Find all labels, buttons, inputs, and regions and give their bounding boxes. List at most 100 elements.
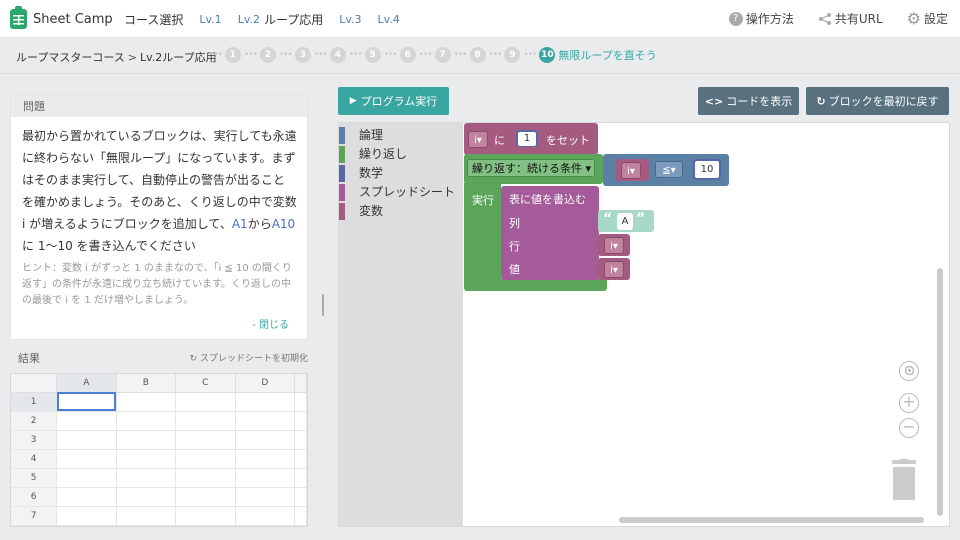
toolbox-spreadsheet[interactable]: スプレッドシート xyxy=(339,183,463,202)
sheet-cell[interactable] xyxy=(56,411,117,431)
sheet-cell[interactable] xyxy=(116,411,177,431)
nav-lv2[interactable]: Lv.2 xyxy=(238,13,260,26)
sheet-cell[interactable] xyxy=(175,506,236,526)
reset-blocks-button[interactable]: ↻ ブロックを最初に戻す xyxy=(806,87,949,115)
repeat-mode-dropdown[interactable]: 繰り返す：続ける条件 ▾ xyxy=(467,159,595,177)
step-10-current[interactable]: 10 xyxy=(539,47,556,63)
compare-block[interactable]: i▾ ≦▾ 10 xyxy=(603,154,729,186)
row-var-dropdown[interactable]: i▾ xyxy=(604,237,624,254)
row-var-block[interactable]: i▾ xyxy=(598,234,630,256)
text-value-field[interactable]: A xyxy=(617,213,633,230)
compare-right-number[interactable]: 10 xyxy=(693,159,721,180)
sheet-cell[interactable] xyxy=(56,430,117,450)
row-header[interactable]: 2 xyxy=(11,411,58,431)
sheet-cell[interactable] xyxy=(116,449,177,469)
zoom-out-button[interactable]: − xyxy=(899,418,919,438)
nav-course-select[interactable]: コース選択 xyxy=(124,11,183,28)
sheet-cell[interactable] xyxy=(175,468,236,488)
sheet-cell[interactable] xyxy=(116,487,177,507)
compare-value-field[interactable]: 10 xyxy=(695,161,719,178)
step-1[interactable]: 1 xyxy=(224,47,241,63)
sheet-cell[interactable] xyxy=(56,506,117,526)
row-header[interactable]: 3 xyxy=(11,430,58,450)
step-4[interactable]: 4 xyxy=(329,47,346,63)
horizontal-scrollbar[interactable] xyxy=(619,517,924,523)
sheet-cell[interactable] xyxy=(235,392,296,412)
reset-sheet-button[interactable]: ↻ スプレッドシートを初期化 xyxy=(190,351,308,364)
panel-resize-handle[interactable] xyxy=(322,294,324,316)
set-variable-block[interactable]: i▾ に 1 をセット xyxy=(464,123,598,155)
sheet-cell[interactable] xyxy=(175,449,236,469)
sheet-cell[interactable] xyxy=(235,430,296,450)
nav-lv1[interactable]: Lv.1 xyxy=(199,13,221,26)
sheet-cell[interactable] xyxy=(235,487,296,507)
sheet-cell[interactable] xyxy=(294,411,307,431)
step-3[interactable]: 3 xyxy=(294,47,311,63)
sheet-cell[interactable] xyxy=(116,430,177,450)
compare-op-dropdown[interactable]: ≦▾ xyxy=(655,161,683,178)
sheet-cell[interactable] xyxy=(116,506,177,526)
vertical-scrollbar[interactable] xyxy=(937,268,943,516)
repeat-while-block[interactable]: 繰り返す：続ける条件 ▾ xyxy=(464,154,603,184)
step-5[interactable]: 5 xyxy=(364,47,381,63)
sheet-cell[interactable] xyxy=(294,449,307,469)
sheet-cell[interactable] xyxy=(175,392,236,412)
sheet-cell[interactable] xyxy=(116,468,177,488)
sheet-cell[interactable] xyxy=(175,487,236,507)
sheet-cell[interactable] xyxy=(56,468,117,488)
sheet-cell[interactable] xyxy=(235,468,296,488)
recenter-button[interactable] xyxy=(899,361,919,381)
sheet-cell[interactable] xyxy=(294,487,307,507)
col-header-c[interactable]: C xyxy=(175,374,236,393)
value-var-block[interactable]: i▾ xyxy=(598,258,630,280)
toolbox-logic[interactable]: 論理 xyxy=(339,126,463,145)
sheet-cell[interactable] xyxy=(116,392,177,412)
toolbox-loop[interactable]: 繰り返し xyxy=(339,145,463,164)
breadcrumb-course[interactable]: ループマスターコース xyxy=(16,49,125,65)
run-program-button[interactable]: ▶ プログラム実行 xyxy=(338,87,449,115)
row-header[interactable]: 1 xyxy=(11,392,58,412)
sheet-cell[interactable] xyxy=(235,449,296,469)
zoom-in-button[interactable]: + xyxy=(899,393,919,413)
nav-lv4[interactable]: Lv.4 xyxy=(378,13,400,26)
row-header[interactable]: 4 xyxy=(11,449,58,469)
row-header[interactable]: 7 xyxy=(11,506,58,526)
col-header-b[interactable]: B xyxy=(116,374,177,393)
sheet-cell[interactable] xyxy=(175,430,236,450)
sheet-cell[interactable] xyxy=(235,506,296,526)
toolbox-math[interactable]: 数学 xyxy=(339,164,463,183)
col-header-a[interactable]: A xyxy=(56,374,117,393)
set-value-field[interactable]: 1 xyxy=(518,132,536,146)
sheet-cell[interactable] xyxy=(294,430,307,450)
sheet-cell[interactable] xyxy=(56,449,117,469)
set-var-dropdown[interactable]: i▾ xyxy=(468,131,488,148)
sheet-cell[interactable] xyxy=(56,487,117,507)
help-button[interactable]: ? 操作方法 xyxy=(728,10,794,27)
value-var-dropdown[interactable]: i▾ xyxy=(604,261,624,278)
step-9[interactable]: 9 xyxy=(504,47,521,63)
cell-a1[interactable] xyxy=(56,392,117,412)
sheet-cell[interactable] xyxy=(294,468,307,488)
sheet-cell[interactable] xyxy=(294,506,307,526)
share-url-button[interactable]: 共有URL xyxy=(818,10,883,27)
step-8[interactable]: 8 xyxy=(469,47,486,63)
step-2[interactable]: 2 xyxy=(259,47,276,63)
step-7[interactable]: 7 xyxy=(434,47,451,63)
sheet-cell[interactable] xyxy=(175,411,236,431)
sheet-cell[interactable] xyxy=(294,392,307,412)
text-block[interactable]: “ A ” xyxy=(598,210,654,232)
cond-var-dropdown[interactable]: i▾ xyxy=(621,162,641,179)
close-problem-link[interactable]: - 閉じる xyxy=(252,316,289,331)
compare-left-var[interactable]: i▾ xyxy=(615,159,649,181)
blockly-workspace[interactable]: 論理 繰り返し 数学 スプレッドシート 変数 i▾ に 1 をセット 繰り返す：… xyxy=(338,122,950,527)
step-6[interactable]: 6 xyxy=(399,47,416,63)
sheet-cell[interactable] xyxy=(235,411,296,431)
row-header[interactable]: 5 xyxy=(11,468,58,488)
col-header-d[interactable]: D xyxy=(235,374,296,393)
show-code-button[interactable]: <> コードを表示 xyxy=(698,87,799,115)
nav-lv3[interactable]: Lv.3 xyxy=(339,13,361,26)
write-cell-block[interactable]: 表に値を書込む 列 行 値 xyxy=(501,186,599,280)
set-value-number[interactable]: 1 xyxy=(516,130,538,147)
row-header[interactable]: 6 xyxy=(11,487,58,507)
toolbox-variable[interactable]: 変数 xyxy=(339,202,463,221)
